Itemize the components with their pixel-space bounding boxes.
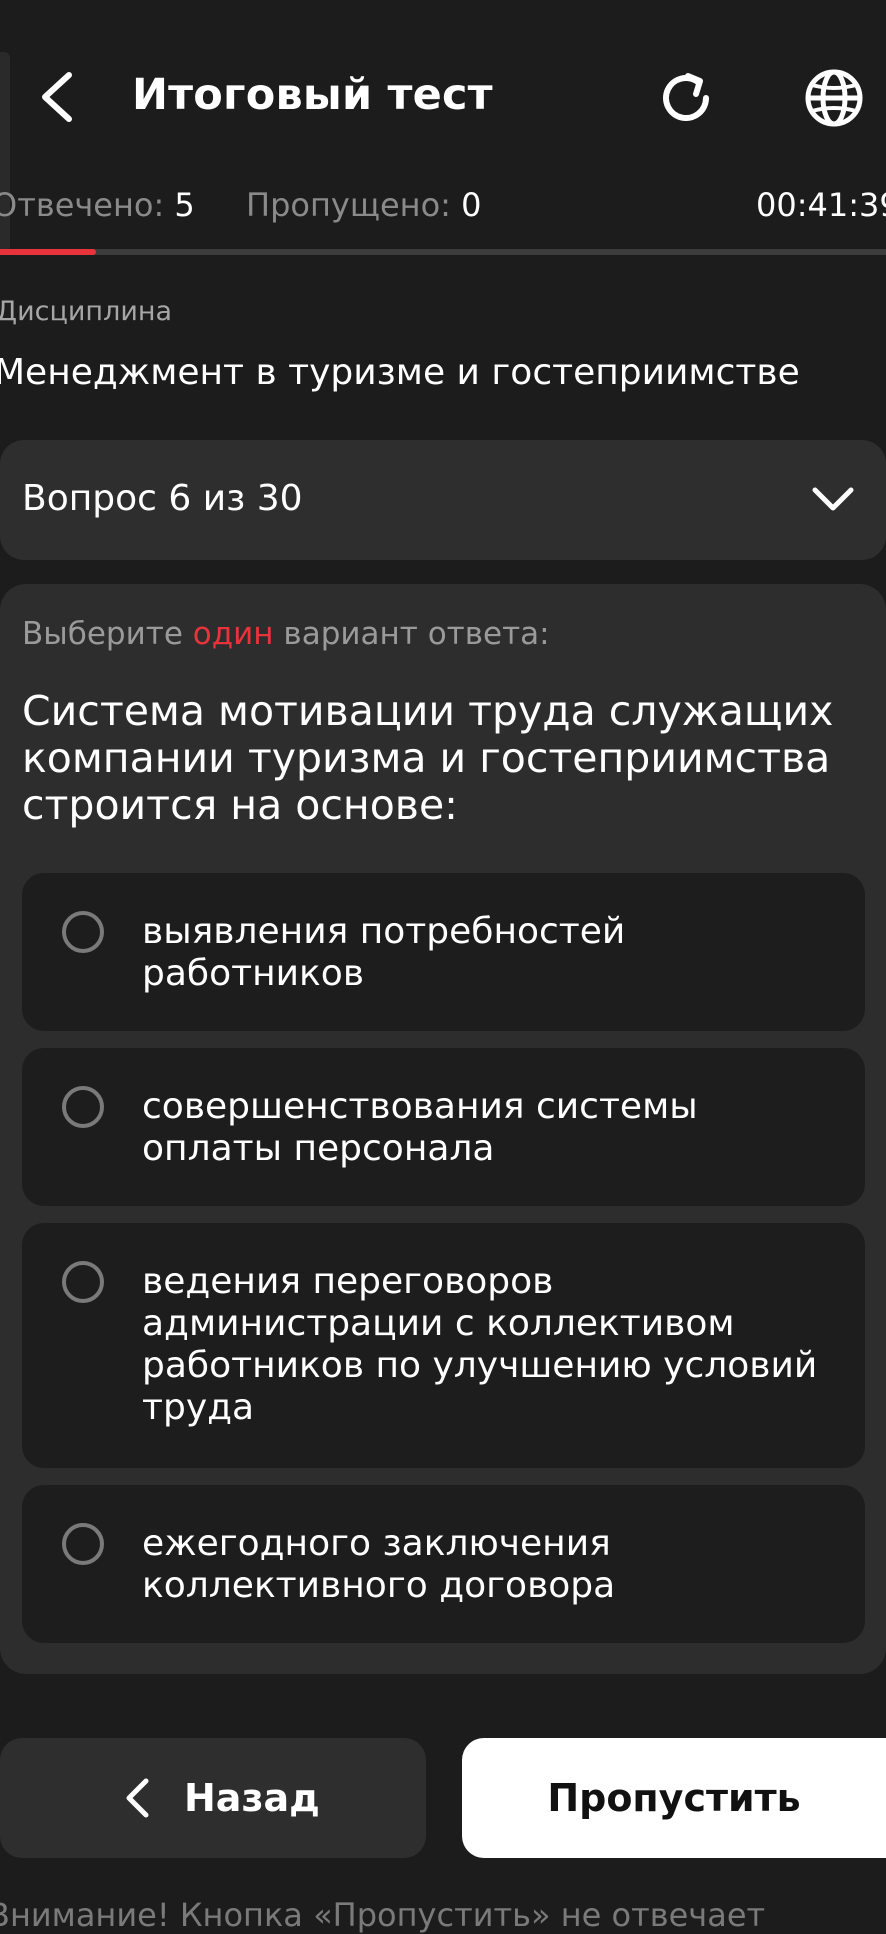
progress-fill xyxy=(0,249,96,255)
back-button[interactable] xyxy=(22,62,92,132)
chevron-left-icon xyxy=(126,1778,149,1818)
chevron-left-icon xyxy=(42,72,72,122)
answer-option[interactable]: ежегодного заключения коллективного дого… xyxy=(22,1485,865,1643)
skip-warning: Внимание! Кнопка «Пропустить» не отвечае… xyxy=(0,1896,766,1934)
test-stats: Отвечено: 5 Пропущено: 0 00:41:39 xyxy=(0,186,886,236)
radio-button[interactable] xyxy=(62,911,104,953)
radio-button[interactable] xyxy=(62,1261,104,1303)
timer: 00:41:39 xyxy=(756,186,886,224)
answer-option[interactable]: совершенствования системы оплаты персона… xyxy=(22,1048,865,1206)
radio-button[interactable] xyxy=(62,1086,104,1128)
progress-bar xyxy=(0,249,886,255)
instruction-suffix: вариант ответа: xyxy=(273,616,550,652)
page-title: Итоговый тест xyxy=(132,70,493,120)
radio-button[interactable] xyxy=(62,1523,104,1565)
skipped-value: 0 xyxy=(461,186,482,224)
reload-icon xyxy=(663,73,709,121)
skip-button-label: Пропустить xyxy=(547,1776,801,1820)
discipline-value: Менеджмент в туризме и гостеприимстве xyxy=(0,352,800,393)
answer-option-text: ежегодного заключения коллективного дого… xyxy=(142,1523,616,1606)
instruction-accent: один xyxy=(192,616,274,652)
skip-button[interactable]: Пропустить xyxy=(462,1738,886,1858)
prev-question-button[interactable]: Назад xyxy=(0,1738,426,1858)
answer-option-text: выявления потребностей работников xyxy=(142,911,626,994)
header: Итоговый тест xyxy=(0,0,886,190)
answered-label: Отвечено: xyxy=(0,186,165,224)
chevron-down-icon xyxy=(812,487,854,511)
language-button[interactable] xyxy=(798,62,870,134)
answer-option-text: совершенствования системы оплаты персона… xyxy=(142,1086,698,1169)
answer-option[interactable]: выявления потребностей работников xyxy=(22,873,865,1031)
prev-question-label: Назад xyxy=(184,1776,320,1820)
discipline-label: Дисциплина xyxy=(0,296,173,327)
reload-button[interactable] xyxy=(650,62,722,134)
skipped-counter: Пропущено: 0 xyxy=(246,186,481,224)
skipped-label: Пропущено: xyxy=(246,186,451,224)
globe-icon xyxy=(805,69,863,127)
question-selector[interactable]: Вопрос 6 из 30 xyxy=(0,440,886,560)
answer-option-text: ведения переговоров администрации с колл… xyxy=(142,1261,818,1428)
answer-instruction: Выберите один вариант ответа: xyxy=(22,616,550,652)
answered-value: 5 xyxy=(174,186,195,224)
answer-option[interactable]: ведения переговоров администрации с колл… xyxy=(22,1223,865,1468)
question-number: Вопрос 6 из 30 xyxy=(22,478,303,519)
answered-counter: Отвечено: 5 xyxy=(0,186,195,224)
instruction-prefix: Выберите xyxy=(22,616,193,652)
question-text: Система мотивации труда служащих компани… xyxy=(22,687,834,829)
